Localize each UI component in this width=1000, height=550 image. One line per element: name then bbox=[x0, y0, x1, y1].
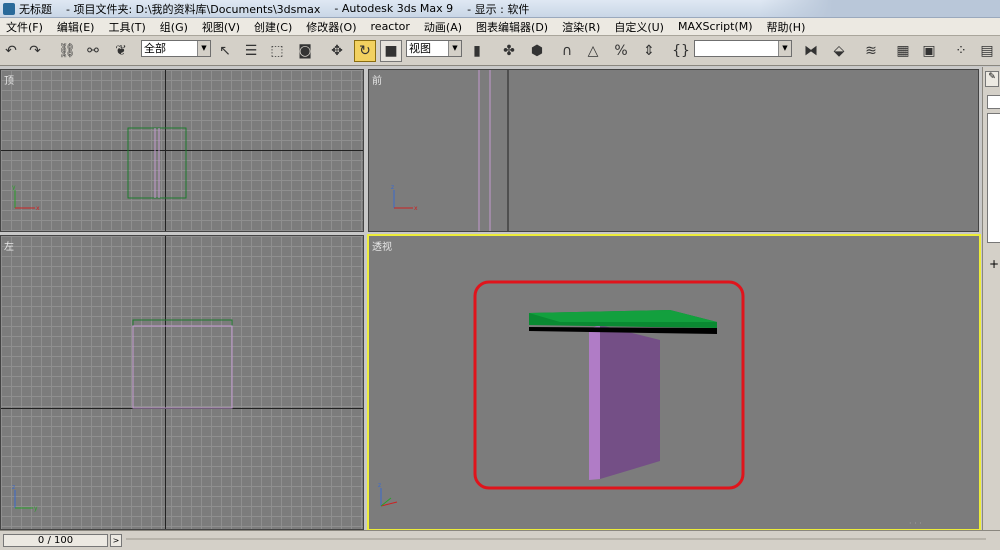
percent-snap-icon[interactable]: % bbox=[610, 40, 632, 62]
viewport-left[interactable]: 左 y z bbox=[0, 235, 364, 530]
main-toolbar: ↶ ↷ ⛓ ⚯ ❦ 全部 ▼ ↖ ☰ ⬚ ◙ ✥ ↻ ■ 视图 ▼ ▮ ✤ ⬢ … bbox=[0, 36, 1000, 66]
menu-rendering[interactable]: 渲染(R) bbox=[556, 19, 608, 35]
menu-bar: 文件(F) 编辑(E) 工具(T) 组(G) 视图(V) 创建(C) 修改器(O… bbox=[0, 18, 1000, 36]
window-crossing-icon[interactable]: ◙ bbox=[294, 40, 316, 62]
svg-text:y: y bbox=[12, 184, 16, 191]
reference-coordinate-dropdown[interactable]: 视图 ▼ bbox=[406, 40, 462, 57]
menu-animation[interactable]: 动画(A) bbox=[418, 19, 470, 35]
track-bar[interactable] bbox=[126, 538, 986, 540]
menu-maxscript[interactable]: MAXScript(M) bbox=[672, 20, 761, 33]
svg-text:x: x bbox=[36, 205, 40, 212]
time-slider-next-button[interactable]: > bbox=[110, 534, 122, 547]
curve-editor-icon[interactable]: ▦ bbox=[892, 40, 914, 62]
selection-filter-value: 全部 bbox=[144, 42, 166, 55]
pivot-center-icon[interactable]: ▮ bbox=[466, 40, 488, 62]
svg-text:z: z bbox=[391, 184, 394, 191]
svg-text:z: z bbox=[378, 482, 381, 489]
command-panel: ✎ + bbox=[982, 67, 1000, 532]
reference-coordinate-value: 视图 bbox=[409, 42, 431, 55]
undo-icon[interactable]: ↶ bbox=[0, 40, 22, 62]
render-scene-icon[interactable]: ▤ bbox=[976, 40, 998, 62]
title-scene: 无标题 bbox=[19, 2, 52, 16]
selection-filter-dropdown[interactable]: 全部 ▼ bbox=[141, 40, 211, 57]
app-icon bbox=[3, 2, 15, 15]
tabletop-wireframe bbox=[127, 127, 187, 199]
select-and-rotate-icon[interactable]: ↻ bbox=[354, 40, 376, 62]
command-panel-tab[interactable] bbox=[987, 95, 1000, 109]
chevron-down-icon: ▼ bbox=[448, 41, 461, 56]
svg-text:x: x bbox=[414, 205, 418, 212]
axis-tripod: x y bbox=[12, 184, 40, 212]
chevron-down-icon: ▼ bbox=[778, 41, 791, 56]
front-view-objects: x z bbox=[391, 70, 509, 231]
modifier-list-box[interactable] bbox=[987, 113, 1000, 243]
title-app-name: - Autodesk 3ds Max 9 bbox=[334, 2, 454, 15]
viewport-area: 顶 x y 前 x z 左 y z 透视 · · · z bbox=[0, 67, 982, 532]
table-leg-side-face bbox=[600, 325, 660, 479]
named-selection-dropdown[interactable]: ▼ bbox=[694, 40, 792, 57]
menu-edit[interactable]: 编辑(E) bbox=[51, 19, 103, 35]
chevron-right-icon: > bbox=[112, 536, 120, 545]
layer-manager-icon[interactable]: ≋ bbox=[860, 40, 882, 62]
align-icon[interactable]: ⬙ bbox=[828, 40, 850, 62]
menu-graph-editors[interactable]: 图表编辑器(D) bbox=[470, 19, 556, 35]
menu-tools[interactable]: 工具(T) bbox=[102, 19, 153, 35]
app-window: 无标题 - 项目文件夹: D:\我的资料库\Documents\3dsmax -… bbox=[0, 0, 1000, 550]
select-object-icon[interactable]: ↖ bbox=[214, 40, 236, 62]
menu-file[interactable]: 文件(F) bbox=[0, 19, 51, 35]
keyboard-shortcut-override-icon[interactable]: ⬢ bbox=[526, 40, 548, 62]
menu-create[interactable]: 创建(C) bbox=[248, 19, 300, 35]
time-slider[interactable]: 0 / 100 bbox=[3, 534, 108, 547]
title-bar-blurred-area bbox=[760, 0, 1000, 17]
edit-named-selection-icon[interactable]: {} bbox=[670, 40, 692, 62]
menu-customize[interactable]: 自定义(U) bbox=[608, 19, 672, 35]
redo-icon[interactable]: ↷ bbox=[24, 40, 46, 62]
menu-reactor[interactable]: reactor bbox=[365, 20, 418, 33]
menu-group[interactable]: 组(G) bbox=[154, 19, 196, 35]
time-slider-value: 0 / 100 bbox=[37, 535, 74, 546]
status-bar: 0 / 100 > bbox=[0, 530, 1000, 550]
schematic-view-icon[interactable]: ▣ bbox=[918, 40, 940, 62]
menu-modifiers[interactable]: 修改器(O) bbox=[300, 19, 364, 35]
select-and-link-icon[interactable]: ⛓ bbox=[56, 40, 78, 62]
rectangular-selection-icon[interactable]: ⬚ bbox=[266, 40, 288, 62]
tabletop-side-wireframe bbox=[132, 319, 233, 327]
watermark-specks: · · · bbox=[909, 519, 922, 528]
select-by-name-icon[interactable]: ☰ bbox=[240, 40, 262, 62]
select-and-manipulate-icon[interactable]: ✤ bbox=[498, 40, 520, 62]
mirror-icon[interactable]: ⧓ bbox=[800, 40, 822, 62]
svg-text:y: y bbox=[34, 505, 38, 512]
spinner-snap-icon[interactable]: ⇕ bbox=[638, 40, 660, 62]
title-display-driver: - 显示 : 软件 bbox=[467, 2, 530, 16]
svg-text:z: z bbox=[12, 484, 15, 491]
select-and-scale-icon[interactable]: ■ bbox=[380, 40, 402, 62]
leg-side-wireframe bbox=[132, 325, 233, 409]
perspective-scene: · · · z bbox=[378, 280, 922, 528]
viewport-perspective[interactable]: 透视 · · · z bbox=[367, 234, 981, 531]
menu-help[interactable]: 帮助(H) bbox=[761, 19, 814, 35]
bind-to-space-warp-icon[interactable]: ❦ bbox=[110, 40, 132, 62]
unlink-selection-icon[interactable]: ⚯ bbox=[82, 40, 104, 62]
angle-snap-icon[interactable]: △ bbox=[582, 40, 604, 62]
menu-views[interactable]: 视图(V) bbox=[196, 19, 248, 35]
axis-tripod: z bbox=[378, 482, 398, 507]
select-and-move-icon[interactable]: ✥ bbox=[326, 40, 348, 62]
axis-tripod: y z bbox=[12, 484, 38, 512]
axis-tripod: x z bbox=[391, 184, 418, 212]
chevron-down-icon: ▼ bbox=[197, 41, 210, 56]
top-view-objects: x y bbox=[12, 127, 187, 212]
tabletop-top-face bbox=[529, 310, 717, 322]
title-bar: 无标题 - 项目文件夹: D:\我的资料库\Documents\3dsmax -… bbox=[0, 0, 1000, 18]
viewport-front[interactable]: 前 x z bbox=[368, 69, 979, 232]
title-project-folder: - 项目文件夹: D:\我的资料库\Documents\3dsmax bbox=[66, 2, 321, 16]
material-editor-icon[interactable]: ⁘ bbox=[950, 40, 972, 62]
table-leg-front-face bbox=[589, 325, 600, 480]
left-view-objects: y z bbox=[12, 319, 233, 512]
add-icon[interactable]: + bbox=[989, 257, 1000, 281]
snaps-toggle-icon[interactable]: ∩ bbox=[556, 40, 578, 62]
create-tab-icon[interactable]: ✎ bbox=[985, 71, 999, 87]
viewport-top[interactable]: 顶 x y bbox=[0, 69, 364, 232]
